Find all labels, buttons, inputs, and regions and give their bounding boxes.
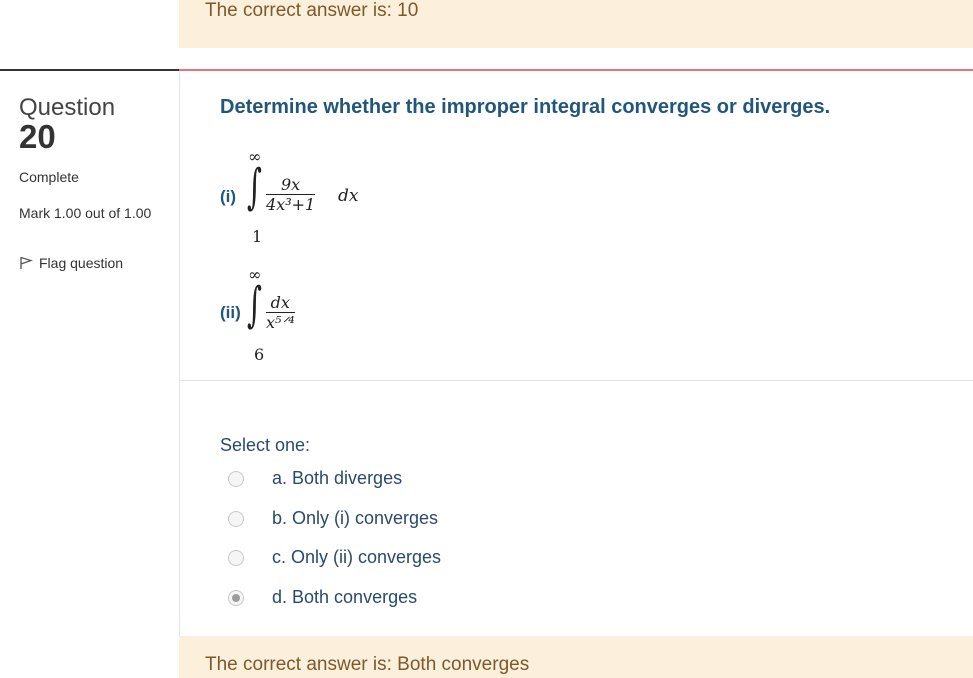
- integral-i-differential: dx: [338, 186, 359, 206]
- integral-sign-icon: ∫: [247, 159, 263, 215]
- flag-icon: [20, 256, 33, 269]
- question-grade: Mark 1.00 out of 1.00: [19, 205, 152, 221]
- integral-i-fraction: 9x 4x³+1: [266, 175, 316, 214]
- previous-feedback-text: The correct answer is: 10: [205, 0, 419, 21]
- answer-section-divider: [180, 380, 973, 381]
- answer-option-label: b. Only (i) converges: [272, 508, 439, 528]
- select-one-prompt: Select one:: [220, 435, 311, 455]
- integral-ii-numerator: dx: [266, 293, 295, 313]
- question-feedback: The correct answer is: Both converges: [179, 636, 973, 678]
- answer-option-a[interactable]: a. Both diverges: [228, 468, 402, 489]
- answer-option-label: d. Both converges: [272, 587, 418, 607]
- integral-ii-lower-limit: 6: [254, 345, 265, 364]
- previous-question-feedback: The correct answer is: 10: [179, 0, 973, 48]
- answer-option-c[interactable]: c. Only (ii) converges: [228, 547, 441, 568]
- integral-i-denominator: 4x³+1: [266, 195, 316, 214]
- radio-button[interactable]: [228, 510, 244, 527]
- answer-option-label: c. Only (ii) converges: [272, 547, 442, 567]
- integral-ii-denominator: x⁵ᐟ⁴: [266, 313, 295, 332]
- answer-option-d[interactable]: d. Both converges: [228, 587, 417, 608]
- flag-question-link[interactable]: Flag question: [19, 255, 123, 271]
- answer-option-b[interactable]: b. Only (i) converges: [228, 508, 438, 529]
- correct-answer-text: The correct answer is: Both converges: [205, 654, 530, 675]
- question-number: 20: [19, 118, 56, 155]
- flag-question-label: Flag question: [39, 255, 124, 271]
- question-state: Complete: [19, 169, 79, 185]
- radio-button[interactable]: [228, 470, 244, 487]
- integral-i-lower-limit: 1: [252, 227, 263, 246]
- part-i-label: (i): [220, 187, 237, 206]
- part-ii-label: (ii): [220, 303, 241, 322]
- question-text: Determine whether the improper integral …: [220, 96, 831, 118]
- integral-i-numerator: 9x: [266, 175, 316, 195]
- answer-option-label: a. Both diverges: [272, 468, 403, 488]
- integral-sign-icon: ∫: [247, 277, 263, 333]
- radio-button[interactable]: [228, 549, 244, 566]
- radio-button-selected[interactable]: [228, 589, 244, 606]
- question-info-panel: Question 20 Complete Mark 1.00 out of 1.…: [0, 71, 180, 678]
- question-content: Determine whether the improper integral …: [180, 71, 973, 678]
- integral-ii-fraction: dx x⁵ᐟ⁴: [266, 293, 295, 332]
